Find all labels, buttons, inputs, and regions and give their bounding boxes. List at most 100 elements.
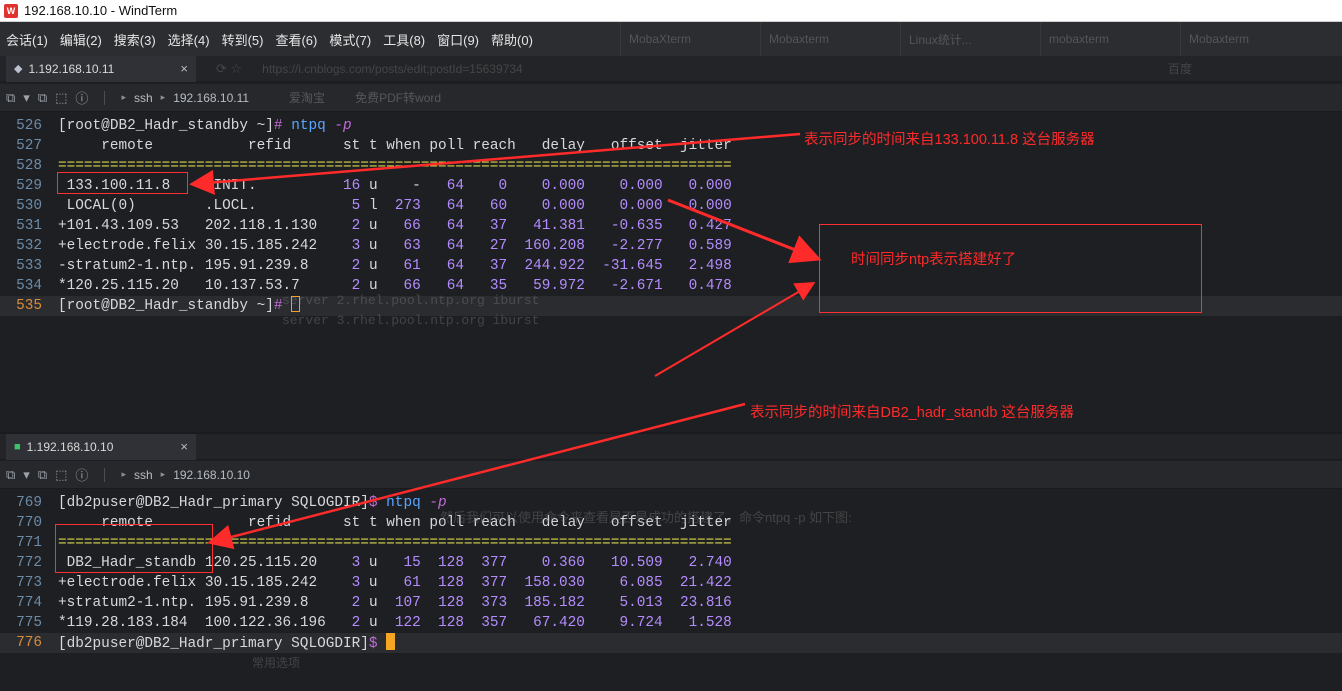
close-icon[interactable]: × — [180, 61, 188, 76]
breadcrumb-arrow-icon: ▸ — [160, 469, 166, 479]
pane1-toolbar: ⧉ ▾ ⧉ ⬚ ⓘ ▸ ssh ▸ 192.168.10.11 爱淘宝 免费PD… — [0, 84, 1342, 112]
menu-edit[interactable]: 编辑(2) — [60, 30, 102, 49]
terminal-line: 774 +stratum2-1.ntp. 195.91.239.8 2 u 107… — [0, 593, 1342, 613]
window-titlebar: W 192.168.10.10 - WindTerm — [0, 0, 1342, 22]
terminal-text: [db2puser@DB2_Hadr_primary SQLOGDIR]$ — [58, 633, 396, 654]
background-browser-tabs: MobaXterm Mobaxterm Linux统计... mobaxterm… — [620, 22, 1320, 56]
menu-bar: 会话(1) 编辑(2) 搜索(3) 选择(4) 转到(5) 查看(6) 模式(7… — [0, 22, 1342, 56]
breadcrumb-ssh[interactable]: ssh — [134, 468, 153, 482]
toolbar-divider — [104, 90, 106, 105]
menu-help[interactable]: 帮助(0) — [491, 30, 533, 49]
line-number: 770 — [16, 515, 42, 531]
chevron-down-icon[interactable]: ▾ — [23, 467, 30, 483]
line-number: 775 — [16, 615, 42, 631]
menu-window[interactable]: 窗口(9) — [437, 30, 479, 49]
menu-tools[interactable]: 工具(8) — [383, 30, 425, 49]
terminal-line: 526 [root@DB2_Hadr_standby ~]# ntpq -p — [0, 116, 1342, 136]
background-tab: MobaXterm — [620, 22, 760, 56]
breadcrumb-ssh[interactable]: ssh — [134, 91, 153, 105]
background-tab: mobaxterm — [1040, 22, 1180, 56]
breadcrumb-host[interactable]: 192.168.10.10 — [173, 468, 250, 482]
line-number: 533 — [16, 258, 42, 274]
session-tab-1[interactable]: ◆ 1.192.168.10.11 × — [6, 55, 196, 82]
pane2-toolbar: ⧉ ▾ ⧉ ⬚ ⓘ ▸ ssh ▸ 192.168.10.10 — [0, 461, 1342, 489]
background-text: server 3.rhel.pool.ntp.org iburst — [282, 313, 540, 328]
terminal-line: 776 [db2puser@DB2_Hadr_primary SQLOGDIR]$ — [0, 633, 1342, 653]
background-bookmark: 爱淘宝 — [289, 91, 326, 105]
menu-mode[interactable]: 模式(7) — [329, 30, 371, 49]
terminal-text: [root@DB2_Hadr_standby ~]# — [58, 296, 301, 316]
terminal-line: 530 LOCAL(0) .LOCL. 5 l 273 64 60 0.000 … — [0, 196, 1342, 216]
background-nav-icons: ⟳ ☆ — [216, 60, 243, 76]
window-title: 192.168.10.10 - WindTerm — [24, 3, 178, 18]
copy-icon[interactable]: ⬚ — [55, 90, 67, 106]
close-icon[interactable]: × — [180, 439, 188, 454]
background-tab: Mobaxterm — [1180, 22, 1320, 56]
terminal-text: [root@DB2_Hadr_standby ~]# ntpq -p — [58, 118, 352, 134]
copy-icon[interactable]: ⬚ — [55, 467, 67, 483]
menu-select[interactable]: 选择(4) — [168, 30, 210, 49]
line-number: 773 — [16, 575, 42, 591]
background-text: server 2.rhel.pool.ntp.org iburst — [282, 293, 540, 308]
annotation-highlight-box — [57, 172, 188, 194]
duplicate-session-icon[interactable]: ⧉ — [38, 90, 47, 106]
annotation-text-1: 表示同步的时间来自133.100.11.8 这台服务器 — [804, 132, 1095, 148]
terminal-text: +101.43.109.53 202.118.1.130 2 u 66 64 3… — [58, 218, 732, 234]
line-number: 776 — [16, 635, 42, 651]
terminal-line: 773 +electrode.felix 30.15.185.242 3 u 61… — [0, 573, 1342, 593]
info-icon[interactable]: ⓘ — [75, 88, 88, 107]
info-icon[interactable]: ⓘ — [75, 465, 88, 484]
terminal-line: 529 133.100.11.8 .INIT. 16 u - 64 0 0.00… — [0, 176, 1342, 196]
line-number: 771 — [16, 535, 42, 551]
terminal-text: *119.28.183.184 100.122.36.196 2 u 122 1… — [58, 615, 732, 631]
menu-goto[interactable]: 转到(5) — [222, 30, 264, 49]
new-session-icon[interactable]: ⧉ — [6, 90, 15, 106]
terminal-line: 528 =====================================… — [0, 156, 1342, 176]
session-tab-2[interactable]: ■ 1.192.168.10.10 × — [6, 433, 196, 460]
menu-search[interactable]: 搜索(3) — [114, 30, 156, 49]
breadcrumb-arrow-icon: ▸ — [121, 92, 126, 102]
line-number: 527 — [16, 138, 42, 154]
menu-session[interactable]: 会话(1) — [6, 30, 48, 49]
terminal-text: LOCAL(0) .LOCL. 5 l 273 64 60 0.000 0.00… — [66, 198, 732, 214]
terminal-line: 527 remote refid st t when poll reach de… — [0, 136, 1342, 156]
windterm-logo-icon: W — [4, 3, 18, 18]
background-tab: Mobaxterm — [760, 22, 900, 56]
terminal-cursor — [386, 633, 396, 650]
line-number: 532 — [16, 238, 42, 254]
session-diamond-icon: ◆ — [14, 63, 23, 75]
new-session-icon[interactable]: ⧉ — [6, 467, 15, 483]
breadcrumb-arrow-icon: ▸ — [160, 92, 166, 102]
pane1-tab-bar: ◆ 1.192.168.10.11 × ⟳ ☆ https://i.cnblog… — [0, 55, 1342, 82]
terminal-text: remote refid st t when poll reach delay … — [101, 138, 732, 154]
terminal-text: +stratum2-1.ntp. 195.91.239.8 2 u 107 12… — [58, 595, 732, 611]
line-number: 526 — [16, 118, 42, 134]
background-text: 常用选项 — [252, 656, 301, 670]
line-number: 530 — [16, 198, 42, 214]
menu-view[interactable]: 查看(6) — [275, 30, 317, 49]
line-number: 535 — [16, 298, 42, 314]
session-tab-label: 1.192.168.10.10 — [26, 439, 114, 454]
breadcrumb-arrow-icon: ▸ — [121, 469, 126, 479]
chevron-down-icon[interactable]: ▾ — [23, 90, 30, 106]
line-number: 531 — [16, 218, 42, 234]
line-number: 534 — [16, 278, 42, 294]
background-tab: Linux统计... — [900, 22, 1040, 56]
terminal-text: [db2puser@DB2_Hadr_primary SQLOGDIR]$ nt… — [58, 495, 447, 511]
line-number: 772 — [16, 555, 42, 571]
duplicate-session-icon[interactable]: ⧉ — [38, 467, 47, 483]
breadcrumb-host[interactable]: 192.168.10.11 — [173, 91, 249, 105]
terminal-line: 775 *119.28.183.184 100.122.36.196 2 u 12… — [0, 613, 1342, 633]
annotation-highlight-box — [55, 524, 213, 573]
toolbar-divider — [104, 467, 106, 482]
line-number: 774 — [16, 595, 42, 611]
terminal-text: +electrode.felix 30.15.185.242 3 u 61 12… — [58, 575, 732, 591]
background-baidu: 百度 — [1167, 62, 1192, 76]
line-number: 769 — [16, 495, 42, 511]
annotation-text-2: 时间同步ntp表示搭建好了 — [851, 252, 1017, 268]
session-square-icon: ■ — [14, 440, 21, 453]
terminal-text: -stratum2-1.ntp. 195.91.239.8 2 u 61 64 … — [58, 258, 732, 274]
pane2-tab-bar: ■ 1.192.168.10.10 × — [0, 433, 1342, 460]
annotation-text-3: 表示同步的时间来自DB2_hadr_standb 这台服务器 — [750, 405, 1074, 421]
line-number: 529 — [16, 178, 42, 194]
